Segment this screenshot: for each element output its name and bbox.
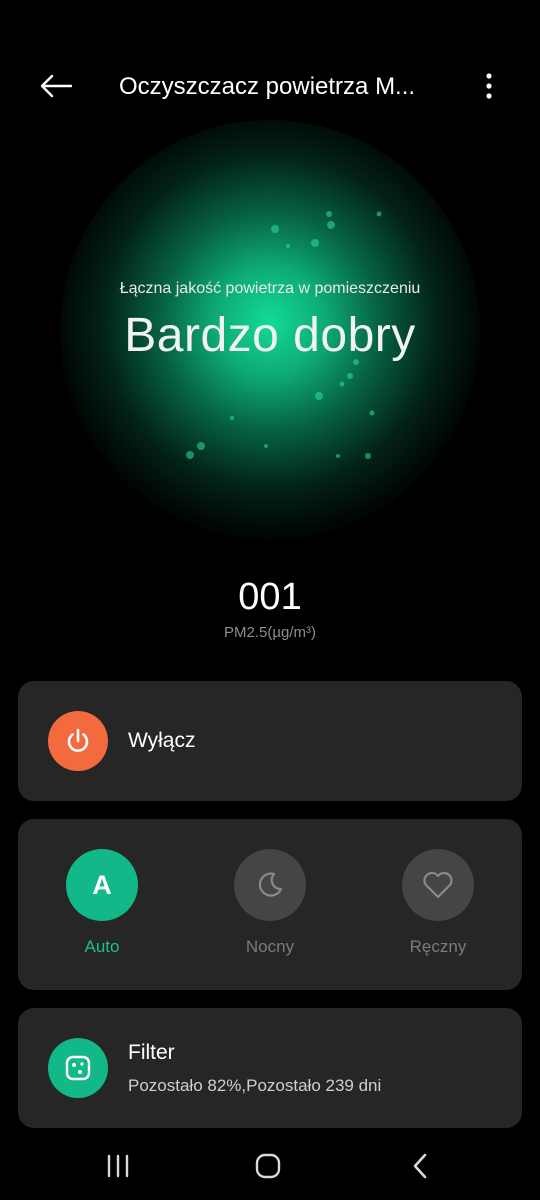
power-icon [67, 728, 89, 752]
mode-card: A Auto Nocny Ręczny [18, 819, 522, 990]
recents-button[interactable] [94, 1146, 142, 1186]
manual-mode-circle[interactable] [402, 849, 474, 921]
auto-letter-icon: A [92, 869, 112, 900]
pm-value: 001 [238, 576, 302, 618]
mode-label-manual: Ręczny [409, 937, 467, 956]
mode-label-night: Nocny [245, 937, 295, 956]
recents-icon [107, 1154, 129, 1178]
auto-mode-circle[interactable]: A [66, 849, 138, 921]
nav-back-button[interactable] [396, 1146, 444, 1186]
power-button[interactable] [48, 711, 108, 771]
mode-label-auto: Auto [84, 937, 120, 956]
power-label: Wyłącz [128, 729, 196, 752]
air-particles [186, 211, 382, 459]
night-mode-circle[interactable] [234, 849, 306, 921]
heart-icon [423, 871, 453, 899]
air-quality-value: Bardzo dobry [124, 309, 416, 362]
mode-night-button[interactable]: Nocny [210, 849, 330, 969]
mode-auto-button[interactable]: A Auto [42, 849, 162, 969]
home-button[interactable] [244, 1146, 292, 1186]
filter-card[interactable]: Filter Pozostało 82%,Pozostało 239 dni [18, 1008, 522, 1128]
filter-icon [65, 1055, 91, 1081]
system-nav-bar [0, 1130, 540, 1200]
moon-icon [258, 872, 283, 897]
home-icon [255, 1153, 281, 1179]
nav-back-icon [413, 1153, 427, 1179]
power-card[interactable]: Wyłącz [18, 681, 522, 801]
filter-icon-circle [48, 1038, 108, 1098]
filter-title: Filter [128, 1041, 175, 1064]
mode-manual-button[interactable]: Ręczny [378, 849, 498, 969]
pm-unit: PM2.5(µg/m³) [224, 624, 316, 641]
air-quality-label: Łączna jakość powietrza w pomieszczeniu [119, 280, 421, 297]
filter-status: Pozostało 82%,Pozostało 239 dni [128, 1076, 382, 1095]
